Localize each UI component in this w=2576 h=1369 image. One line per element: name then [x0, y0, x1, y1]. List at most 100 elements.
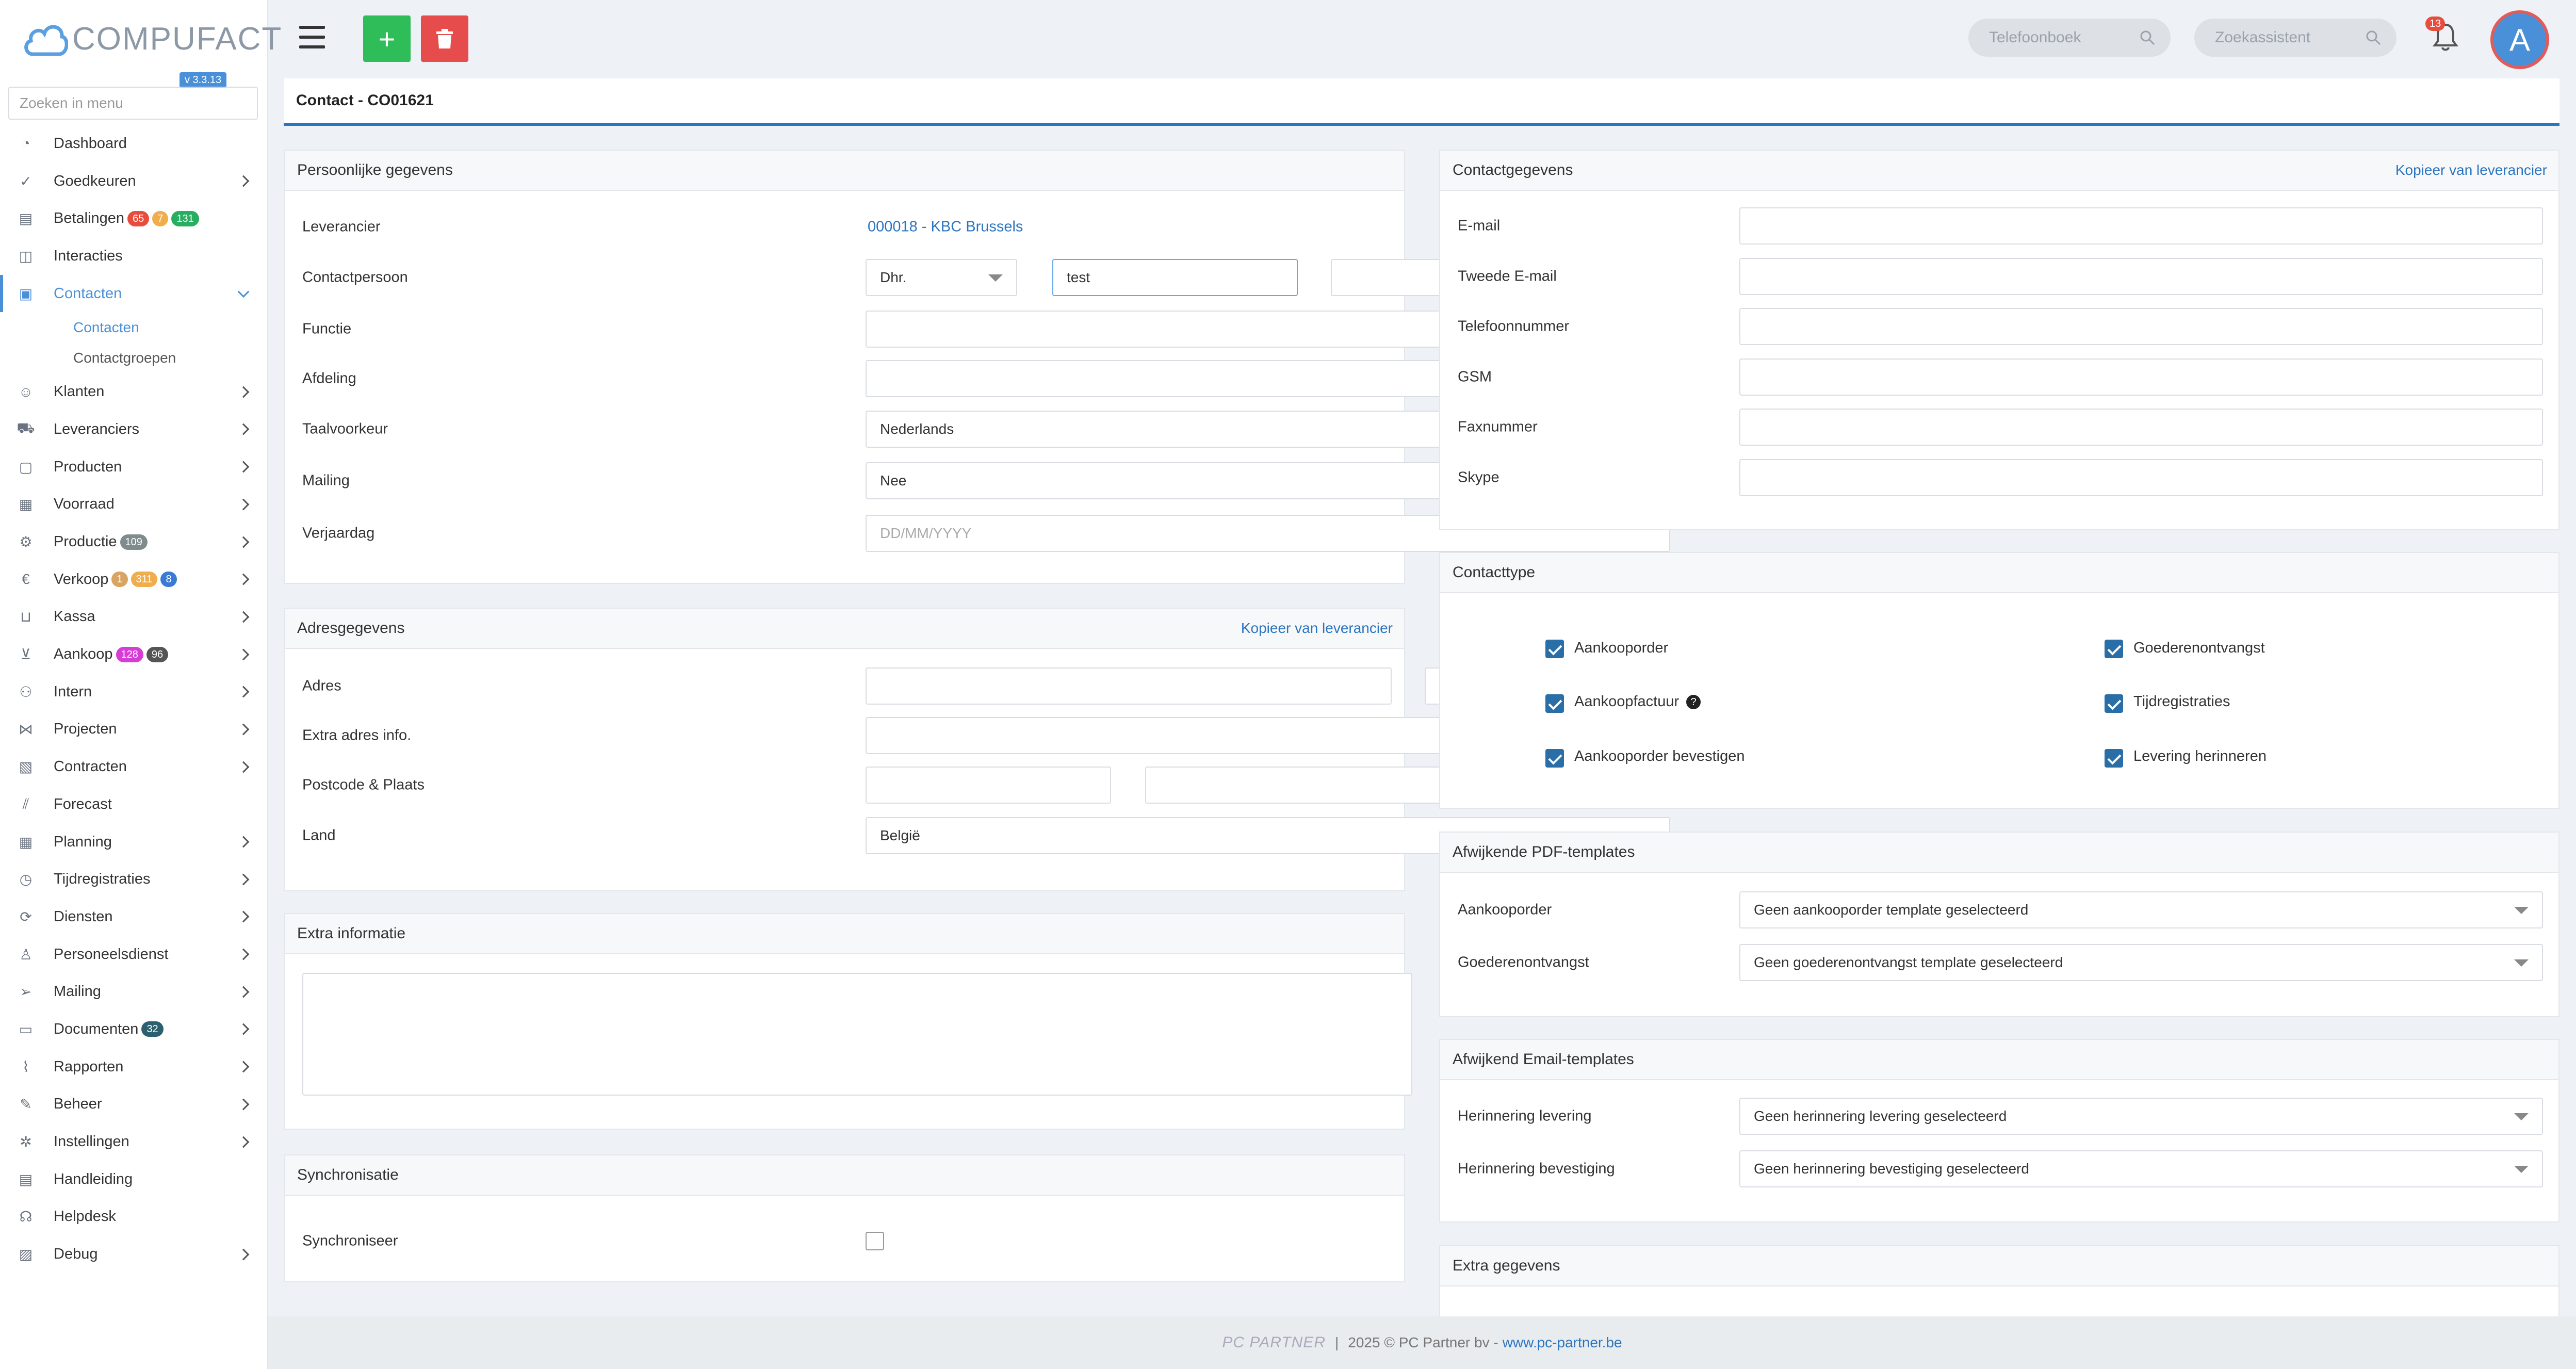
- chevron-right-icon: [237, 761, 250, 773]
- postal-code-input[interactable]: [866, 767, 1111, 804]
- sidebar-item-label: Debug: [54, 1246, 98, 1263]
- sync-label: Synchroniseer: [302, 1232, 398, 1249]
- count-badge: 109: [120, 534, 148, 550]
- sidebar-item-dashboard[interactable]: ◔ Dashboard: [0, 125, 268, 162]
- sidebar-item-projecten[interactable]: ⋈ Projecten: [0, 711, 268, 748]
- sidebar-item-diensten[interactable]: ⟳ Diensten: [0, 898, 268, 936]
- sidebar-item-betalingen[interactable]: ▤ Betalingen 65 7 131: [0, 200, 268, 237]
- notifications-button[interactable]: 13: [2425, 17, 2460, 56]
- purchase-order-checkbox[interactable]: [1545, 640, 1564, 658]
- sync-checkbox[interactable]: [866, 1232, 884, 1250]
- sidebar-item-helpdesk[interactable]: ☊ Helpdesk: [0, 1198, 268, 1236]
- trash-icon: [436, 29, 453, 48]
- sidebar-item-aankoop[interactable]: ⊻ Aankoop 128 96: [0, 635, 268, 673]
- menu-search-input[interactable]: Zoeken in menu: [8, 87, 258, 120]
- sidebar-item-handleiding[interactable]: ▤ Handleiding: [0, 1161, 268, 1198]
- sidebar-item-intern[interactable]: ⚇ Intern: [0, 673, 268, 711]
- pdf-receipt-select[interactable]: Geen goederenontvangst template geselect…: [1739, 944, 2543, 981]
- sidebar-item-debug[interactable]: ▨ Debug: [0, 1235, 268, 1273]
- sidebar-item-klanten[interactable]: ☺ Klanten: [0, 373, 268, 411]
- assistant-search[interactable]: Zoekassistent: [2194, 19, 2396, 57]
- contact-field-input[interactable]: [1739, 459, 2543, 496]
- street-input[interactable]: [866, 667, 1392, 705]
- sidebar-item-goedkeuren[interactable]: ✓ Goedkeuren: [0, 162, 268, 200]
- sidebar-item-voorraad[interactable]: ▦ Voorraad: [0, 486, 268, 524]
- sidebar-item-planning[interactable]: ▦ Planning: [0, 823, 268, 861]
- extra-info-textarea[interactable]: [302, 973, 1412, 1096]
- contact-field-input[interactable]: [1739, 358, 2543, 396]
- email-delivery-select[interactable]: Geen herinnering levering geselecteerd: [1739, 1098, 2543, 1135]
- sidebar-item-label: Contracten: [54, 758, 127, 775]
- sidebar-item-rapporten[interactable]: ⌇ Rapporten: [0, 1048, 268, 1086]
- pdf-order-select[interactable]: Geen aankooporder template geselecteerd: [1739, 891, 2543, 928]
- sidebar-item-mailing[interactable]: ➢ Mailing: [0, 973, 268, 1011]
- salutation-value: Dhr.: [880, 269, 907, 285]
- contact-field-label: Tweede E-mail: [1458, 268, 1557, 284]
- sidebar-item-forecast[interactable]: ⫽ Forecast: [0, 786, 268, 823]
- contact-field-input[interactable]: [1739, 308, 2543, 345]
- contact-field-label: GSM: [1458, 368, 1492, 385]
- contact-field-input[interactable]: [1739, 207, 2543, 245]
- supplier-label: Leverancier: [302, 218, 381, 235]
- cloud-logo-icon: [24, 25, 68, 56]
- sidebar-item-verkoop[interactable]: € Verkoop 1 311 8: [0, 561, 268, 598]
- sidebar-item-interacties[interactable]: ◫ Interacties: [0, 237, 268, 275]
- delivery-reminder-checkbox[interactable]: [2105, 749, 2123, 768]
- contact-field-row: E-mail: [1440, 207, 2558, 245]
- sidebar-item-producten[interactable]: ▢ Producten: [0, 448, 268, 486]
- footer-website-link[interactable]: www.pc-partner.be: [1503, 1334, 1622, 1351]
- sidebar-item-documenten[interactable]: ▭ Documenten 32: [0, 1011, 268, 1048]
- contact-field-input[interactable]: [1739, 257, 2543, 295]
- purchase-invoice-checkbox[interactable]: [1545, 694, 1564, 713]
- sidebar-item-contacten[interactable]: ▣ Contacten: [0, 274, 268, 313]
- report-icon: ⌇: [22, 1058, 29, 1075]
- sidebar-item-kassa[interactable]: ⊔ Kassa: [0, 598, 268, 636]
- sidebar-item-instellingen[interactable]: ✲ Instellingen: [0, 1123, 268, 1161]
- production-icon: ⚙: [19, 534, 32, 550]
- contact-field-input[interactable]: [1739, 409, 2543, 446]
- supplier-link[interactable]: 000018 - KBC Brussels: [868, 219, 1023, 236]
- sidebar-item-label: Kassa: [54, 608, 95, 625]
- payments-icon: ▤: [19, 210, 33, 227]
- confirm-order-checkbox[interactable]: [1545, 749, 1564, 768]
- mailing-label: Mailing: [302, 472, 350, 489]
- salutation-select[interactable]: Dhr.: [866, 259, 1017, 296]
- email-confirm-select[interactable]: Geen herinnering bevestiging geselecteer…: [1739, 1150, 2543, 1187]
- help-icon[interactable]: ?: [1686, 695, 1701, 710]
- chevron-right-icon: [237, 1136, 250, 1148]
- sidebar-item-leveranciers[interactable]: ⛟ Leveranciers: [0, 411, 268, 448]
- purchase-invoice-text: Aankoopfactuur: [1574, 693, 1680, 710]
- pdf-receipt-row: Goederenontvangst Geen goederenontvangst…: [1440, 944, 2558, 981]
- sidebar-item-label: Aankoop: [54, 646, 113, 663]
- sidebar-item-beheer[interactable]: ✎ Beheer: [0, 1086, 268, 1123]
- time-registration-checkbox[interactable]: [2105, 694, 2123, 713]
- add-button[interactable]: +: [363, 15, 411, 62]
- compufact-logo[interactable]: COMPUFACT: [23, 15, 282, 62]
- chat-icon: ◫: [19, 248, 33, 264]
- delete-button[interactable]: [421, 15, 468, 62]
- copy-from-supplier-link[interactable]: Kopieer van leverancier: [1241, 620, 1393, 637]
- extra-info-panel: Extra informatie: [284, 913, 1412, 1130]
- sync-panel: Synchronisatie Synchroniseer: [284, 1154, 1405, 1282]
- submenu-item-contacten[interactable]: Contacten: [0, 312, 268, 343]
- phonebook-search[interactable]: Telefoonboek: [1968, 19, 2171, 57]
- goods-receipt-checkbox[interactable]: [2105, 640, 2123, 658]
- sidebar-item-contracten[interactable]: ▧ Contracten: [0, 748, 268, 786]
- sidebar-item-productie[interactable]: ⚙ Productie 109: [0, 523, 268, 561]
- sidebar-item-label: Leveranciers: [54, 420, 140, 437]
- chevron-right-icon: [237, 386, 250, 398]
- chevron-right-icon: [237, 686, 250, 698]
- email-templates-heading: Afwijkend Email-templates: [1440, 1040, 2558, 1080]
- first-name-input[interactable]: test: [1052, 259, 1298, 296]
- submenu-item-contactgroepen[interactable]: Contactgroepen: [0, 343, 268, 373]
- chevron-right-icon: [237, 873, 250, 886]
- footer-separator: |: [1334, 1334, 1339, 1350]
- hamburger-menu-icon[interactable]: [299, 26, 325, 48]
- sidebar-item-label: Klanten: [54, 383, 105, 400]
- sidebar-item-tijdregistraties[interactable]: ◷ Tijdregistraties: [0, 860, 268, 898]
- sidebar-item-label: Dashboard: [54, 135, 127, 152]
- sidebar-item-label: Instellingen: [54, 1133, 129, 1150]
- copy-from-supplier-link[interactable]: Kopieer van leverancier: [2395, 162, 2547, 178]
- sidebar-item-personeelsdienst[interactable]: ♙ Personeelsdienst: [0, 936, 268, 973]
- user-avatar[interactable]: A: [2490, 10, 2549, 69]
